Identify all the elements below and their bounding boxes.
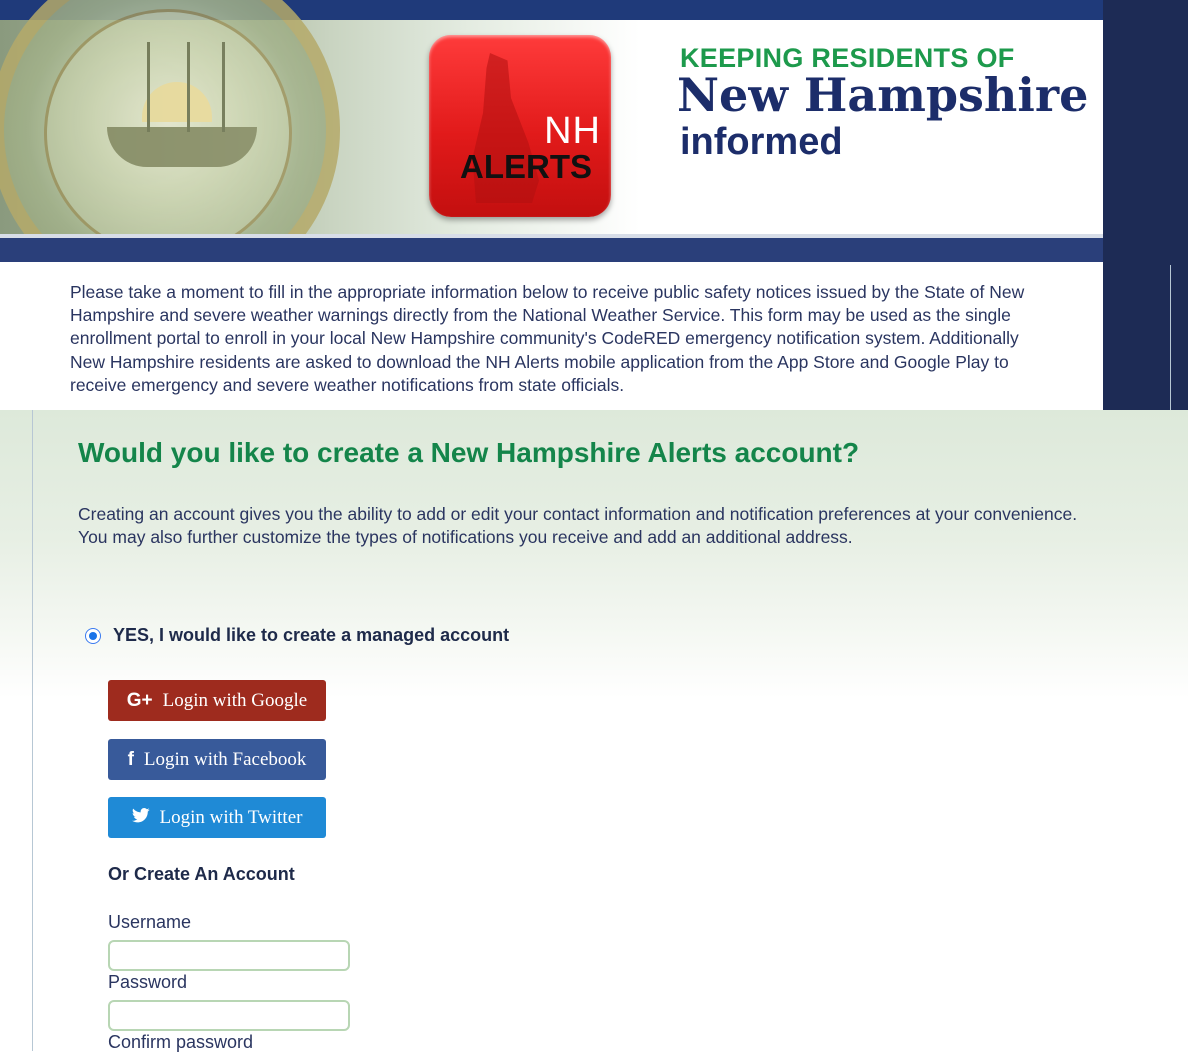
password-label: Password [108, 972, 188, 992]
account-desc-line1: Creating an account gives you the abilit… [78, 504, 1078, 524]
password-input[interactable] [108, 1000, 350, 1031]
or-create-account-heading: Or Create An Account [108, 864, 295, 884]
seal-ship [107, 127, 257, 167]
login-google-label: Login with Google [162, 689, 308, 711]
login-twitter-label: Login with Twitter [159, 806, 303, 828]
intro-line: Hampshire and severe weather warnings di… [70, 305, 1011, 326]
seal-sun [142, 82, 212, 122]
login-twitter-button[interactable]: Login with Twitter [108, 797, 326, 838]
seal-center [44, 9, 292, 257]
state-seal-image [0, 0, 340, 262]
left-border-line [32, 410, 33, 1051]
tagline-line3: informed [680, 121, 843, 163]
managed-account-option[interactable]: YES, I would like to create a managed ac… [85, 625, 509, 646]
username-label: Username [108, 912, 192, 932]
right-sidebar-band [1103, 0, 1188, 410]
twitter-bird-icon [131, 807, 150, 829]
seal-mast [187, 42, 190, 132]
login-google-button[interactable]: G+ Login with Google [108, 680, 326, 721]
tagline-line2: New Hampshire [677, 68, 1089, 122]
login-facebook-button[interactable]: f Login with Facebook [108, 739, 326, 780]
account-question-title: Would you like to create a New Hampshire… [78, 437, 860, 468]
seal-mast [222, 42, 225, 132]
seal-mast [147, 42, 150, 132]
intro-line: enrollment portal to enroll in your loca… [70, 328, 1019, 349]
intro-line: New Hampshire residents are asked to dow… [70, 351, 1009, 372]
nh-alerts-logo: NH ALERTS [429, 35, 611, 217]
intro-paragraph: Please take a moment to fill in the appr… [70, 281, 1100, 401]
managed-account-radio[interactable] [85, 627, 101, 644]
intro-line: Please take a moment to fill in the appr… [70, 282, 1025, 302]
banner-divider [0, 234, 1103, 238]
header-banner: NH ALERTS KEEPING RESIDENTS OF New Hamps… [0, 0, 1103, 262]
logo-nh-text: NH [544, 110, 601, 152]
confirm-password-label: Confirm password [108, 1032, 254, 1052]
login-facebook-label: Login with Facebook [143, 748, 307, 770]
banner-bottom-stripe [0, 234, 1103, 262]
account-desc-line2: You may also further customize the types… [78, 527, 853, 548]
username-input[interactable] [108, 940, 350, 971]
facebook-icon: f [127, 748, 134, 770]
account-description: Creating an account gives you the abilit… [78, 503, 1078, 550]
google-plus-icon: G+ [126, 689, 153, 711]
managed-account-radio-label[interactable]: YES, I would like to create a managed ac… [113, 625, 509, 646]
intro-line: receive emergency and severe weather not… [70, 374, 625, 395]
logo-alerts-text: ALERTS [460, 148, 592, 185]
